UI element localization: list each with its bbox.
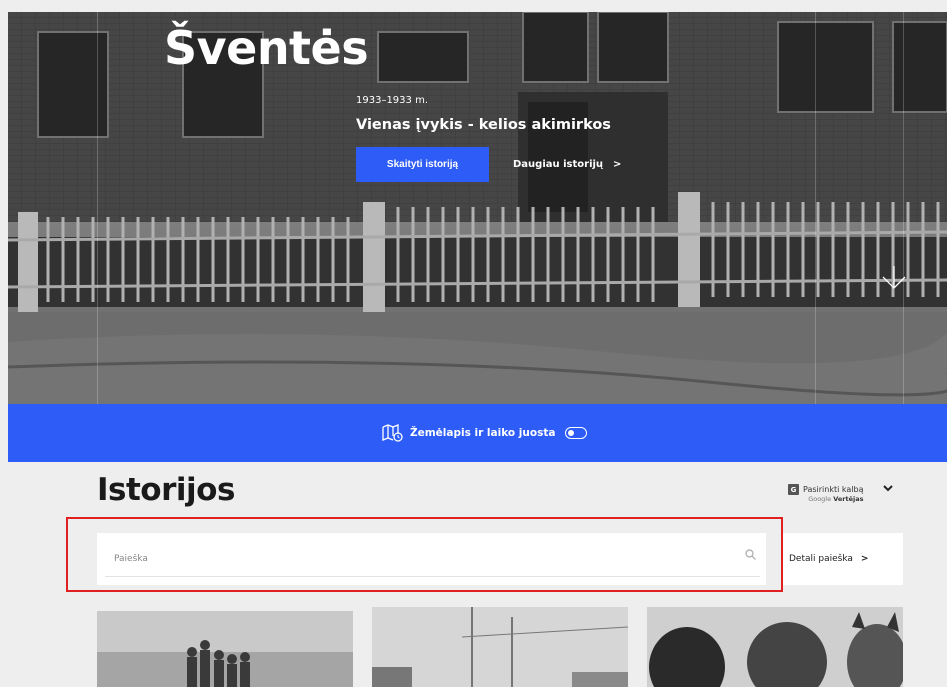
more-stories-link[interactable]: Daugiau istorijų >	[513, 147, 621, 182]
hero-date: 1933–1933 m.	[356, 95, 428, 106]
toggle-knob	[568, 430, 575, 436]
language-selector-label: Pasirinkti kalbą	[803, 485, 864, 494]
chevron-right-icon: >	[613, 159, 622, 170]
page-title: Istorijos	[97, 472, 235, 508]
grid-line	[97, 12, 98, 462]
translate-brand: Google Vertėjas	[803, 495, 863, 503]
more-stories-label: Daugiau istorijų	[513, 159, 604, 170]
hero-title: Šventės	[164, 21, 369, 75]
google-translate-icon: G	[788, 484, 799, 495]
map-timeline-toggle[interactable]: Žemėlapis ir laiko juosta	[382, 424, 588, 442]
map-timeline-label: Žemėlapis ir laiko juosta	[410, 427, 556, 439]
toggle-switch[interactable]	[565, 427, 588, 439]
hero-subtitle: Vienas įvykis - kelios akimirkos	[356, 117, 611, 133]
chevron-right-icon: >	[860, 554, 869, 564]
search-input[interactable]	[105, 541, 760, 577]
grid-line	[815, 12, 816, 462]
story-card[interactable]	[97, 607, 353, 687]
read-story-button[interactable]: Skaityti istoriją	[356, 147, 489, 182]
search-icon[interactable]	[745, 549, 756, 560]
google-brand: Google	[808, 495, 832, 503]
grid-line	[903, 12, 904, 462]
story-card[interactable]	[647, 607, 903, 687]
story-card-image	[647, 607, 903, 687]
search-box	[97, 533, 766, 585]
story-card[interactable]	[372, 607, 628, 687]
hero-photo	[8, 12, 947, 404]
translator-brand: Vertėjas	[833, 495, 864, 503]
scroll-down-icon[interactable]	[880, 264, 908, 292]
chevron-down-icon	[883, 485, 894, 492]
page: Šventės 1933–1933 m. Vienas įvykis - kel…	[0, 0, 947, 687]
map-time-icon	[382, 424, 403, 442]
language-selector[interactable]: G Pasirinkti kalbą Google Vertėjas	[788, 484, 894, 503]
detailed-search-label: Detali paieška	[789, 554, 853, 564]
detailed-search-button[interactable]: Detali paieška >	[781, 533, 903, 585]
story-card-image	[97, 607, 353, 687]
hero-banner: Šventės	[8, 12, 947, 404]
story-card-image	[372, 607, 628, 687]
